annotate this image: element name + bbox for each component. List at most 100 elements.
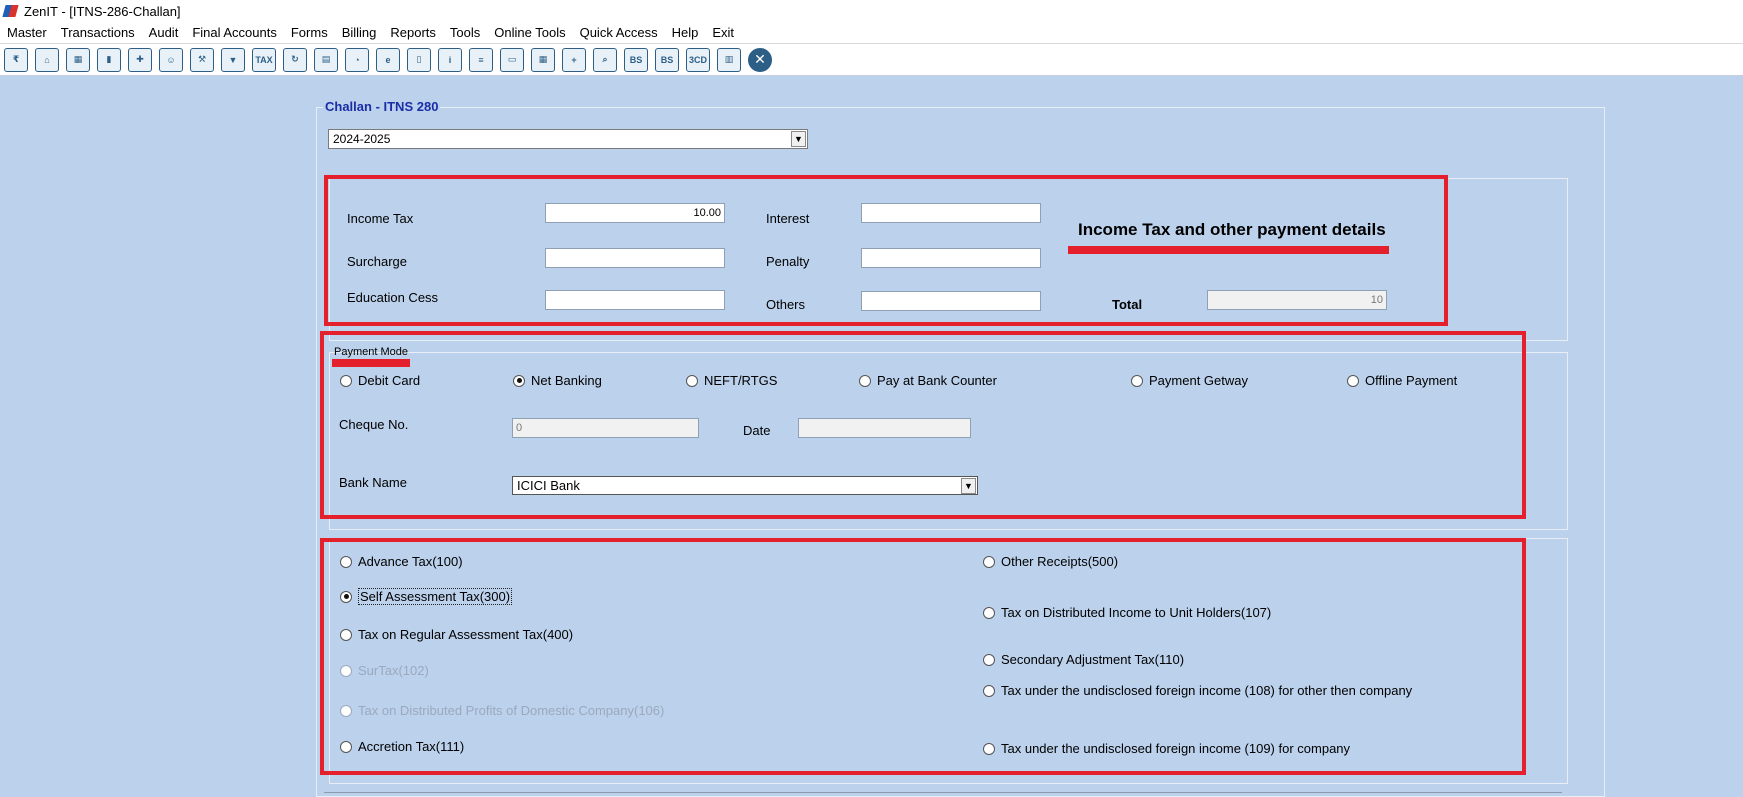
date-label: Date — [743, 423, 771, 438]
surcharge-input[interactable] — [545, 248, 725, 268]
assessment-year-select[interactable]: 2024-2025 ▼ — [328, 129, 808, 149]
chevron-down-icon[interactable]: ▼ — [791, 131, 806, 147]
radio-label: Accretion Tax(111) — [358, 739, 465, 754]
book-icon[interactable]: ▯ — [407, 47, 431, 72]
income-tax-input[interactable]: 10.00 — [545, 203, 725, 223]
rupee-icon[interactable]: ₹ — [4, 47, 28, 72]
bar-chart-icon[interactable]: ▮ — [97, 47, 121, 72]
pie-chart-icon[interactable]: ◔ — [345, 47, 369, 72]
zenit-logo-icon — [2, 4, 19, 18]
building-icon[interactable]: ▦ — [66, 47, 90, 72]
menu-item-reports[interactable]: Reports — [390, 25, 436, 40]
radio-circle[interactable] — [340, 590, 352, 603]
form-icon[interactable]: ▥ — [717, 47, 741, 72]
radio-circle[interactable] — [983, 653, 995, 666]
calculator-icon[interactable]: ▤ — [314, 47, 338, 72]
radio-label: NEFT/RTGS — [704, 373, 778, 388]
radio-circle[interactable] — [983, 742, 995, 755]
radio-tax-on-regular-assessment-tax-400[interactable]: Tax on Regular Assessment Tax(400) — [340, 627, 573, 642]
menu-item-final-accounts[interactable]: Final Accounts — [192, 25, 277, 40]
radio-circle[interactable] — [340, 628, 352, 641]
penalty-label: Penalty — [766, 254, 810, 269]
home-icon[interactable]: ⌂ — [35, 47, 59, 72]
menu-item-billing[interactable]: Billing — [342, 25, 377, 40]
menu-item-help[interactable]: Help — [672, 25, 699, 40]
assessment-year-value: 2024-2025 — [333, 132, 391, 146]
menu-item-online-tools[interactable]: Online Tools — [494, 25, 565, 40]
radio-tax-under-the-undisclosed-foreign-income-109-for-company[interactable]: Tax under the undisclosed foreign income… — [983, 741, 1350, 756]
menu-item-forms[interactable]: Forms — [291, 25, 328, 40]
date-input[interactable] — [798, 418, 971, 438]
menu-item-master[interactable]: Master — [7, 25, 47, 40]
cheque-input[interactable]: 0 — [512, 418, 699, 438]
radio-label: Tax on Distributed Profits of Domestic C… — [358, 703, 665, 718]
radio-circle[interactable] — [983, 684, 995, 697]
report-icon[interactable]: ≡ — [469, 47, 493, 72]
3cd-icon[interactable]: 3CD — [686, 47, 710, 72]
toolbar: ₹ ⌂ ▦ ▮ ✚ ☺ ⚒ ▼ TAX ↻ ▤ ◔ e ▯ i ≡ ▭ ▦ + ⌕ BS BS 3CD ▥ ✕ — [0, 44, 1743, 76]
others-label: Others — [766, 297, 806, 312]
bank-name-value: ICICI Bank — [517, 478, 580, 493]
page-title: Challan - ITNS 280 — [323, 99, 441, 114]
bank-name-select[interactable]: ICICI Bank ▼ — [512, 476, 978, 495]
menu-item-exit[interactable]: Exit — [712, 25, 734, 40]
radio-circle[interactable] — [340, 555, 352, 568]
close-icon[interactable]: ✕ — [748, 47, 772, 72]
penalty-input[interactable] — [861, 248, 1041, 268]
menu-bar: Master Transactions Audit Final Accounts For… — [0, 22, 1743, 44]
radio-circle[interactable] — [983, 606, 995, 619]
callout-underline — [1068, 246, 1389, 254]
balance-sheet-icon[interactable]: BS — [624, 47, 648, 72]
radio-tax-on-distributed-profits-of-domestic-company-106: Tax on Distributed Profits of Domestic C… — [340, 703, 664, 718]
gavel-icon[interactable]: ⚒ — [190, 47, 214, 72]
radio-debit-card[interactable]: Debit Card — [340, 373, 420, 388]
radio-tax-on-distributed-income-to-unit-holders-107[interactable]: Tax on Distributed Income to Unit Holder… — [983, 605, 1271, 620]
tax-type-annotation-box — [320, 538, 1526, 775]
radio-circle[interactable] — [513, 374, 525, 387]
menu-item-transactions[interactable]: Transactions — [61, 25, 135, 40]
radio-label: SurTax(102) — [358, 663, 429, 678]
education-cess-input[interactable] — [545, 290, 725, 310]
radio-circle[interactable] — [859, 374, 871, 387]
window-title: ZenIT - [ITNS-286-Challan] — [24, 3, 181, 19]
radio-tax-under-the-undisclosed-foreign-income-108-for-other-then-company[interactable]: Tax under the undisclosed foreign income… — [983, 683, 1412, 698]
chevron-down-icon[interactable]: ▼ — [961, 478, 976, 494]
menu-item-audit[interactable]: Audit — [149, 25, 179, 40]
radio-advance-tax-100[interactable]: Advance Tax(100) — [340, 554, 463, 569]
user-doc-icon[interactable]: ▭ — [500, 47, 524, 72]
radio-circle[interactable] — [1347, 374, 1359, 387]
balance-sheet-2-icon[interactable]: BS — [655, 47, 679, 72]
radio-self-assessment-tax-300[interactable]: Self Assessment Tax(300) — [340, 588, 513, 605]
radio-offline-payment[interactable]: Offline Payment — [1347, 373, 1457, 388]
tax-icon[interactable]: TAX — [252, 47, 276, 72]
refresh-icon[interactable]: ↻ — [283, 47, 307, 72]
radio-other-receipts-500[interactable]: Other Receipts(500) — [983, 554, 1118, 569]
radio-accretion-tax-111[interactable]: Accretion Tax(111) — [340, 739, 464, 754]
radio-circle[interactable] — [340, 374, 352, 387]
gift-icon[interactable]: ✚ — [128, 47, 152, 72]
radio-circle[interactable] — [340, 740, 352, 753]
filter-icon[interactable]: ▼ — [221, 47, 245, 72]
calendar-icon[interactable]: ▦ — [531, 47, 555, 72]
radio-circle[interactable] — [983, 555, 995, 568]
radio-circle[interactable] — [1131, 374, 1143, 387]
radio-label: Self Assessment Tax(300) — [358, 588, 513, 605]
radio-label: Offline Payment — [1365, 373, 1458, 388]
menu-item-quick-access[interactable]: Quick Access — [580, 25, 658, 40]
info-icon[interactable]: i — [438, 47, 462, 72]
radio-neft-rtgs[interactable]: NEFT/RTGS — [686, 373, 777, 388]
radio-pay-at-bank-counter[interactable]: Pay at Bank Counter — [859, 373, 997, 388]
radio-payment-getway[interactable]: Payment Getway — [1131, 373, 1248, 388]
bottom-grid-edge — [324, 792, 1562, 797]
radio-circle[interactable] — [686, 374, 698, 387]
radio-label: Tax under the undisclosed foreign income… — [1001, 741, 1351, 756]
menu-item-tools[interactable]: Tools — [450, 25, 480, 40]
add-folder-icon[interactable]: + — [562, 47, 586, 72]
users-icon[interactable]: ☺ — [159, 47, 183, 72]
search-doc-icon[interactable]: ⌕ — [593, 47, 617, 72]
radio-secondary-adjustment-tax-110[interactable]: Secondary Adjustment Tax(110) — [983, 652, 1184, 667]
others-input[interactable] — [861, 291, 1041, 311]
interest-input[interactable] — [861, 203, 1041, 223]
radio-net-banking[interactable]: Net Banking — [513, 373, 602, 388]
epay-icon[interactable]: e — [376, 47, 400, 72]
